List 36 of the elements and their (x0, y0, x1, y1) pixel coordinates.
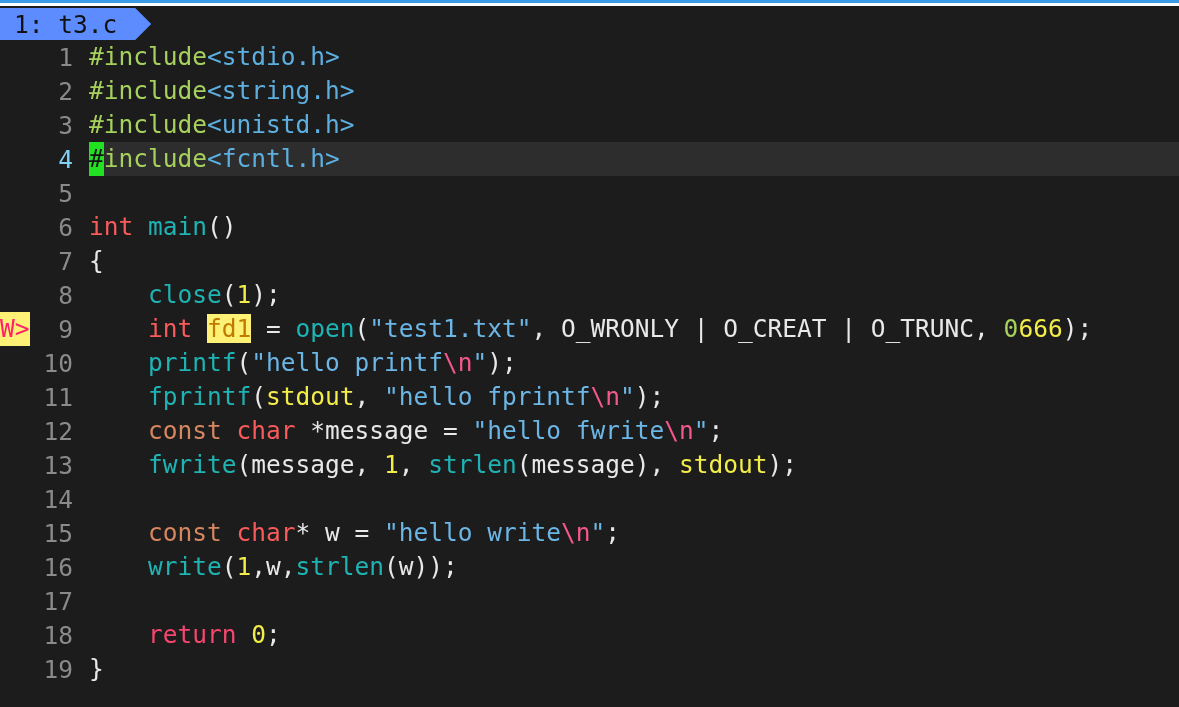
line-number: 16 (42, 552, 74, 582)
code-line: #include<string.h> (89, 75, 356, 107)
line-number: 8 (57, 280, 74, 310)
code-line: printf("hello printf\n"); (147, 347, 518, 379)
code-line: #include<unistd.h> (89, 109, 356, 141)
line-number: 11 (42, 382, 74, 412)
code-line: fwrite(message, 1, strlen(message), stdout); (147, 449, 799, 481)
code-line: write(1,w,strlen(w)); (147, 551, 459, 583)
line-number: 7 (57, 246, 74, 276)
line-number: 4 (57, 144, 74, 174)
code-line: { (89, 245, 105, 277)
line-number: 12 (42, 416, 74, 446)
code-line: close(1); (147, 279, 282, 311)
line-number: 19 (42, 654, 74, 684)
code-line: const char *message = "hello fwrite\n"; (147, 415, 725, 447)
code-line: fprintf(stdout, "hello fprintf\n"); (147, 381, 666, 413)
line-number: 17 (42, 586, 74, 616)
line-number: 15 (42, 518, 74, 548)
line-number: 14 (42, 484, 74, 514)
code-line: int fd1 = open("test1.txt", O_WRONLY | O_CREAT | O_TRUNC, 0666); (147, 313, 1094, 345)
line-number: 9 (57, 314, 74, 344)
line-number: 2 (57, 76, 74, 106)
line-number: 10 (42, 348, 74, 378)
line-number: 6 (57, 212, 74, 242)
line-number: 13 (42, 450, 74, 480)
line-number: 18 (42, 620, 74, 650)
line-number: 3 (57, 110, 74, 140)
code-line: int main() (89, 211, 238, 243)
line-number: 5 (57, 178, 74, 208)
editor-tab[interactable]: 1: t3.c (0, 8, 152, 40)
code-line: return 0; (147, 619, 282, 651)
code-line: #include<stdio.h> (89, 41, 341, 73)
line-number: 1 (57, 42, 74, 72)
warning-sign: W> (0, 312, 30, 346)
code-line: } (89, 653, 105, 685)
code-line: const char* w = "hello write\n"; (147, 517, 622, 549)
